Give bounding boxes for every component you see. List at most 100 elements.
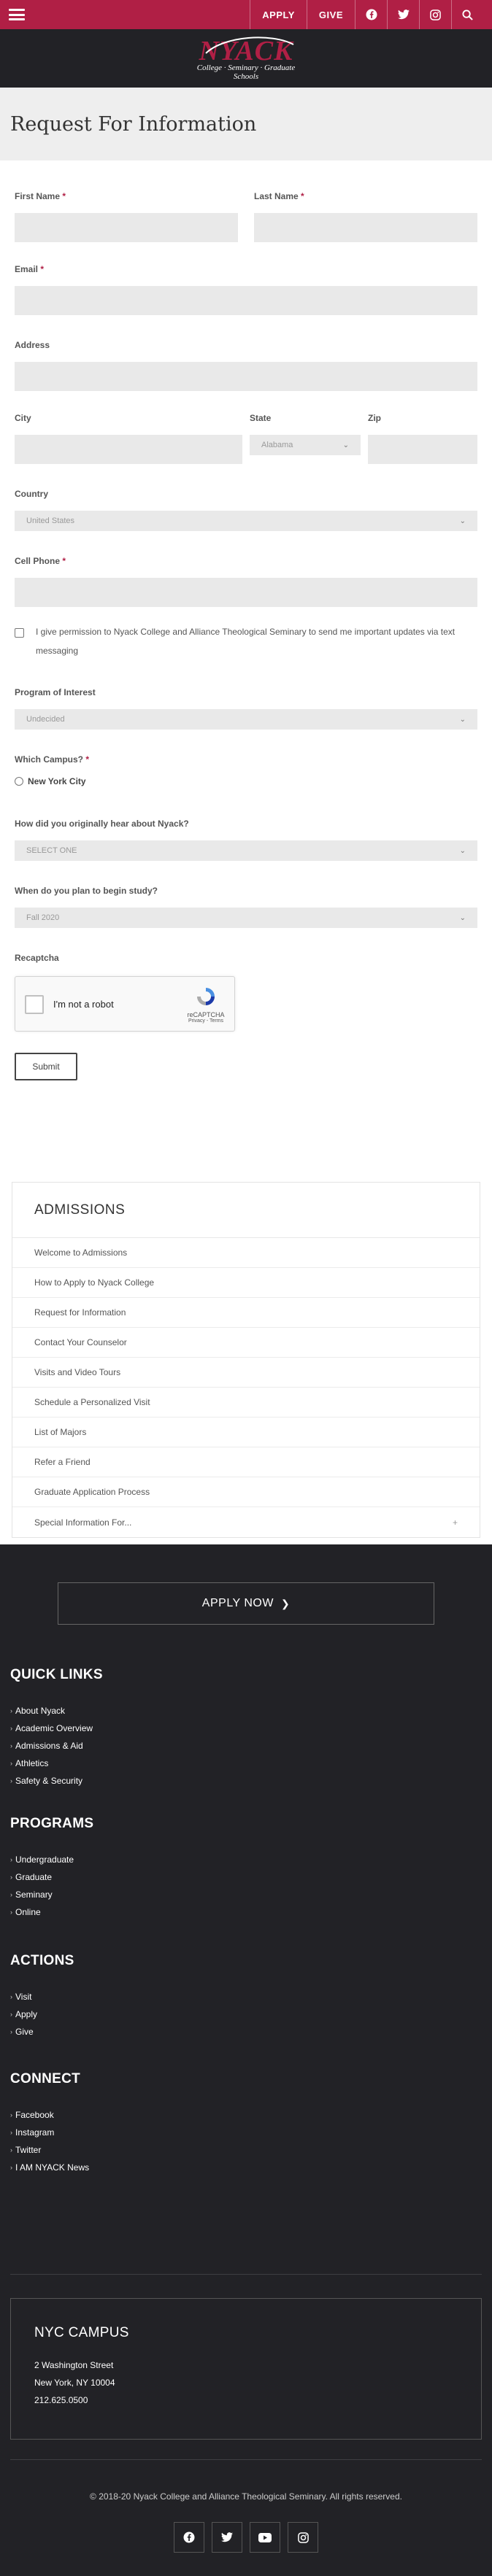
admissions-item[interactable]: Contact Your Counselor xyxy=(12,1328,480,1358)
footer: APPLY NOW ❯ QUICK LINKS › About Nyack › Ac… xyxy=(0,1544,492,2576)
instagram-icon[interactable] xyxy=(419,0,451,29)
connect-heading: CONNECT xyxy=(10,2071,81,2086)
permission-checkbox[interactable] xyxy=(15,628,24,638)
admissions-item[interactable]: Request for Information xyxy=(12,1298,480,1328)
country-select[interactable]: United States ⌄ xyxy=(15,511,477,531)
submit-button[interactable]: Submit xyxy=(15,1053,77,1080)
recaptcha-label: Recaptcha xyxy=(15,953,59,963)
recaptcha-links[interactable]: Privacy - Terms xyxy=(186,1018,226,1024)
submit-wrap: Submit xyxy=(15,1053,77,1080)
footer-link[interactable]: › About Nyack xyxy=(10,1702,93,1720)
title-band: Request For Information xyxy=(0,88,492,160)
city-input[interactable] xyxy=(15,435,242,464)
program-value: Undecided xyxy=(26,715,65,724)
footer-link[interactable]: › Safety & Security xyxy=(10,1772,93,1790)
footer-link[interactable]: › Undergraduate xyxy=(10,1851,74,1868)
instagram-icon[interactable] xyxy=(288,2522,318,2553)
footer-link[interactable]: › Seminary xyxy=(10,1886,74,1903)
admissions-item[interactable]: Welcome to Admissions xyxy=(12,1238,480,1268)
state-value: Alabama xyxy=(261,441,293,449)
recaptcha-widget: I'm not a robot reCAPTCHA Privacy - Term… xyxy=(15,976,235,1032)
chevron-right-icon: ❯ xyxy=(280,1597,291,1609)
apply-link[interactable]: APPLY xyxy=(250,0,307,29)
twitter-icon[interactable] xyxy=(212,2522,242,2553)
begin-group: When do you plan to begin study? Fall 20… xyxy=(15,886,477,928)
footer-link[interactable]: › Twitter xyxy=(10,2141,89,2159)
copyright-text: © 2018-20 Nyack College and Alliance The… xyxy=(90,2491,402,2502)
admissions-item[interactable]: Schedule a Personalized Visit xyxy=(12,1388,480,1417)
nyack-logo[interactable]: NYACK College · Seminary · Graduate Scho… xyxy=(184,34,308,82)
state-label: State xyxy=(250,413,272,423)
first-name-input[interactable] xyxy=(15,213,238,242)
actions-list: › Visit › Apply › Give xyxy=(10,1988,37,2041)
recaptcha-checkbox[interactable] xyxy=(25,995,44,1014)
address-label: Address xyxy=(15,340,50,350)
admissions-item[interactable]: Graduate Application Process xyxy=(12,1477,480,1507)
apply-now-button[interactable]: APPLY NOW ❯ xyxy=(58,1582,434,1625)
page-title: Request For Information xyxy=(10,112,257,136)
footer-link[interactable]: › Athletics xyxy=(10,1755,93,1772)
facebook-icon[interactable] xyxy=(355,0,387,29)
footer-link[interactable]: › Give xyxy=(10,2023,37,2041)
admissions-item[interactable]: Special Information For... + xyxy=(12,1507,480,1537)
footer-link[interactable]: › Visit xyxy=(10,1988,37,2006)
expand-icon: + xyxy=(452,1517,458,1528)
begin-label: When do you plan to begin study? xyxy=(15,886,158,896)
state-select[interactable]: Alabama ⌄ xyxy=(250,435,361,455)
admissions-item[interactable]: Visits and Video Tours xyxy=(12,1358,480,1388)
recaptcha-group: Recaptcha I'm not a robot reCAPTCHA Priv… xyxy=(15,953,235,1032)
email-group: Email * xyxy=(15,264,477,315)
admissions-item[interactable]: List of Majors xyxy=(12,1417,480,1447)
last-name-label: Last Name * xyxy=(254,191,304,201)
footer-link[interactable]: › Admissions & Aid xyxy=(10,1737,93,1755)
chevron-down-icon: ⌄ xyxy=(459,715,466,724)
hear-label: How did you originally hear about Nyack? xyxy=(15,819,189,829)
zip-input[interactable] xyxy=(368,435,477,464)
last-name-input[interactable] xyxy=(254,213,477,242)
recaptcha-icon xyxy=(197,988,215,1005)
country-label: Country xyxy=(15,489,48,499)
email-input[interactable] xyxy=(15,286,477,315)
first-name-label: First Name * xyxy=(15,191,66,201)
footer-link[interactable]: › Instagram xyxy=(10,2124,89,2141)
nyc-phone[interactable]: 212.625.0500 xyxy=(34,2395,458,2405)
logo-tagline: College · Seminary · Graduate Schools xyxy=(196,63,296,81)
footer-link[interactable]: › Facebook xyxy=(10,2106,89,2124)
facebook-icon[interactable] xyxy=(174,2522,204,2553)
footer-link[interactable]: › Graduate xyxy=(10,1868,74,1886)
campus-radio-nyc[interactable] xyxy=(15,777,23,786)
footer-link[interactable]: › Academic Overview xyxy=(10,1720,93,1737)
footer-divider xyxy=(10,2274,482,2275)
quick-links-list: › About Nyack › Academic Overview › Admissi… xyxy=(10,1702,93,1790)
address-input[interactable] xyxy=(15,362,477,391)
admissions-item[interactable]: Refer a Friend xyxy=(12,1447,480,1477)
logo-band: NYACK College · Seminary · Graduate Scho… xyxy=(0,29,492,88)
menu-icon[interactable] xyxy=(9,9,25,20)
begin-select[interactable]: Fall 2020 ⌄ xyxy=(15,908,477,928)
footer-divider xyxy=(10,2459,482,2460)
hear-select[interactable]: SELECT ONE ⌄ xyxy=(15,840,477,861)
permission-group: I give permission to Nyack College and A… xyxy=(15,627,477,660)
top-bar-actions: APPLY GIVE xyxy=(250,0,483,29)
nyc-address-line2: New York, NY 10004 xyxy=(34,2378,115,2388)
nyc-address-line1: 2 Washington Street xyxy=(34,2360,114,2370)
footer-link[interactable]: › Apply xyxy=(10,2006,37,2023)
youtube-icon[interactable] xyxy=(250,2522,280,2553)
cell-phone-input[interactable] xyxy=(15,578,477,607)
permission-text: I give permission to Nyack College and A… xyxy=(36,627,456,656)
footer-link[interactable]: › Online xyxy=(10,1903,74,1921)
admissions-item[interactable]: How to Apply to Nyack College xyxy=(12,1268,480,1298)
program-label: Program of Interest xyxy=(15,687,96,697)
recaptcha-text: I'm not a robot xyxy=(53,999,114,1010)
city-label: City xyxy=(15,413,31,423)
address-group: Address xyxy=(15,340,477,391)
search-icon[interactable] xyxy=(451,0,483,29)
hear-value: SELECT ONE xyxy=(26,846,77,855)
name-row: First Name * Last Name * xyxy=(15,191,477,242)
program-select[interactable]: Undecided ⌄ xyxy=(15,709,477,730)
footer-link[interactable]: › I AM NYACK News xyxy=(10,2159,89,2176)
country-group: Country United States ⌄ xyxy=(15,489,477,531)
give-link[interactable]: GIVE xyxy=(306,0,355,29)
connect-list: › Facebook › Instagram › Twitter › I AM NYAC… xyxy=(10,2106,89,2176)
twitter-icon[interactable] xyxy=(387,0,419,29)
